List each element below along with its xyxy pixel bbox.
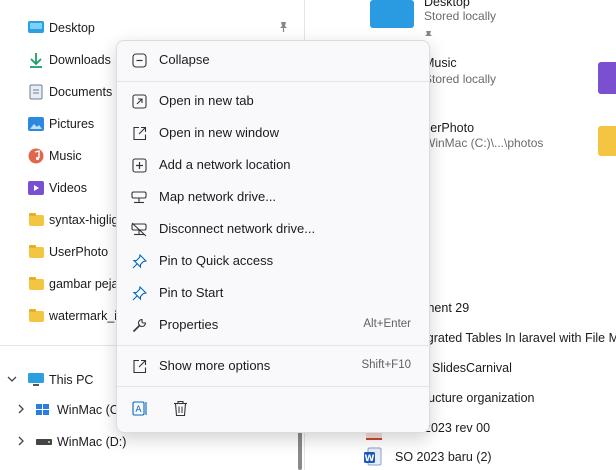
chevron-right-icon[interactable] <box>16 436 26 449</box>
nav-label: This PC <box>49 373 94 387</box>
disconnect-drive-icon <box>131 221 147 237</box>
collapse-icon <box>131 52 147 68</box>
scrollbar-thumb[interactable] <box>298 430 302 470</box>
rename-icon[interactable]: A <box>131 399 149 417</box>
nav-item-desktop[interactable]: Desktop <box>0 14 300 42</box>
open-new-tab-icon <box>131 93 147 109</box>
nav-label: Pictures <box>49 117 95 131</box>
tile-title[interactable]: Desktop <box>424 0 470 9</box>
music-icon <box>28 148 44 164</box>
tile-subtitle: WinMac (C:)\...\photos <box>424 136 544 150</box>
pin-to-start-menu-item[interactable]: Pin to Start <box>121 278 425 308</box>
menu-item-label: Pin to Start <box>159 285 224 300</box>
tile-folder-icon <box>598 126 616 156</box>
file-name[interactable]: ment 29 <box>424 301 469 315</box>
collapse-menu-item[interactable]: Collapse <box>121 45 425 75</box>
nav-label: Documents <box>49 85 113 99</box>
show-more-options-icon <box>131 358 147 374</box>
shortcut-label: Shift+F10 <box>361 359 411 371</box>
windows-drive-icon <box>36 402 52 418</box>
show-more-options-menu-item[interactable]: Show more options Shift+F10 <box>121 351 425 381</box>
folder-icon <box>28 244 44 260</box>
tile-subtitle: Stored locally <box>424 9 497 23</box>
file-name[interactable]: 2023 rev 00 <box>424 421 490 435</box>
nav-label: Desktop <box>49 21 95 35</box>
menu-item-label: Open in new window <box>159 125 279 140</box>
tile-videos-icon <box>598 62 616 94</box>
nav-label: WinMac (C <box>57 403 119 417</box>
file-name[interactable]: SlidesCarnival <box>432 361 512 375</box>
tile-desktop-icon <box>370 0 414 28</box>
download-icon <box>28 52 44 68</box>
menu-separator <box>117 81 429 82</box>
pin-icon <box>131 285 147 301</box>
tile-title[interactable]: serPhoto <box>424 121 474 135</box>
word-file-icon: W <box>364 447 382 467</box>
nav-label: UserPhoto <box>49 245 109 259</box>
drive-icon <box>36 434 52 450</box>
this-pc-icon <box>28 372 44 388</box>
menu-item-label: Disconnect network drive... <box>159 221 316 236</box>
properties-menu-item[interactable]: Properties Alt+Enter <box>121 310 425 340</box>
nav-label: Downloads <box>49 53 111 67</box>
menu-item-label: Show more options <box>159 358 271 373</box>
svg-text:A: A <box>135 405 142 415</box>
network-location-icon <box>131 157 147 173</box>
menu-item-label: Map network drive... <box>159 189 277 204</box>
disconnect-network-drive-menu-item[interactable]: Disconnect network drive... <box>121 214 425 244</box>
nav-label: WinMac (D:) <box>57 435 127 449</box>
open-new-window-menu-item[interactable]: Open in new window <box>121 118 425 148</box>
wrench-icon <box>131 317 147 333</box>
videos-icon <box>28 180 44 196</box>
pin-icon <box>278 21 289 35</box>
menu-item-label: Pin to Quick access <box>159 253 274 268</box>
folder-icon <box>28 212 44 228</box>
add-network-location-menu-item[interactable]: Add a network location <box>121 150 425 180</box>
nav-label: Videos <box>49 181 87 195</box>
open-new-window-icon <box>131 125 147 141</box>
documents-icon <box>28 84 44 100</box>
map-drive-icon <box>131 189 147 205</box>
menu-item-label: Open in new tab <box>159 93 254 108</box>
pin-quick-access-menu-item[interactable]: Pin to Quick access <box>121 246 425 276</box>
context-menu: Collapse Open in new tab Open in new win… <box>116 40 430 433</box>
svg-text:W: W <box>365 454 375 464</box>
tile-subtitle: Stored locally <box>424 72 497 86</box>
chevron-right-icon[interactable] <box>16 404 26 417</box>
pin-icon <box>131 253 147 269</box>
folder-icon <box>28 308 44 324</box>
nav-label: watermark_i <box>49 309 118 323</box>
open-new-tab-menu-item[interactable]: Open in new tab <box>121 86 425 116</box>
file-name[interactable]: igrated Tables In laravel with File Mi <box>424 331 616 345</box>
file-name[interactable]: SO 2023 baru (2) <box>395 450 492 464</box>
nav-label: gambar peja <box>49 277 119 291</box>
desktop-icon <box>28 20 44 36</box>
menu-item-label: Add a network location <box>159 157 291 172</box>
menu-item-label: Collapse <box>159 52 210 67</box>
menu-separator <box>117 386 429 387</box>
delete-icon[interactable] <box>171 399 189 417</box>
shortcut-label: Alt+Enter <box>363 318 411 330</box>
menu-separator <box>117 345 429 346</box>
nav-label: syntax-higlig <box>49 213 119 227</box>
pictures-icon <box>28 116 44 132</box>
menu-item-label: Properties <box>159 317 219 332</box>
nav-label: Music <box>49 149 82 163</box>
folder-icon <box>28 276 44 292</box>
chevron-down-icon[interactable] <box>7 374 17 387</box>
map-network-drive-menu-item[interactable]: Map network drive... <box>121 182 425 212</box>
file-name[interactable]: ructure organization <box>424 391 534 405</box>
